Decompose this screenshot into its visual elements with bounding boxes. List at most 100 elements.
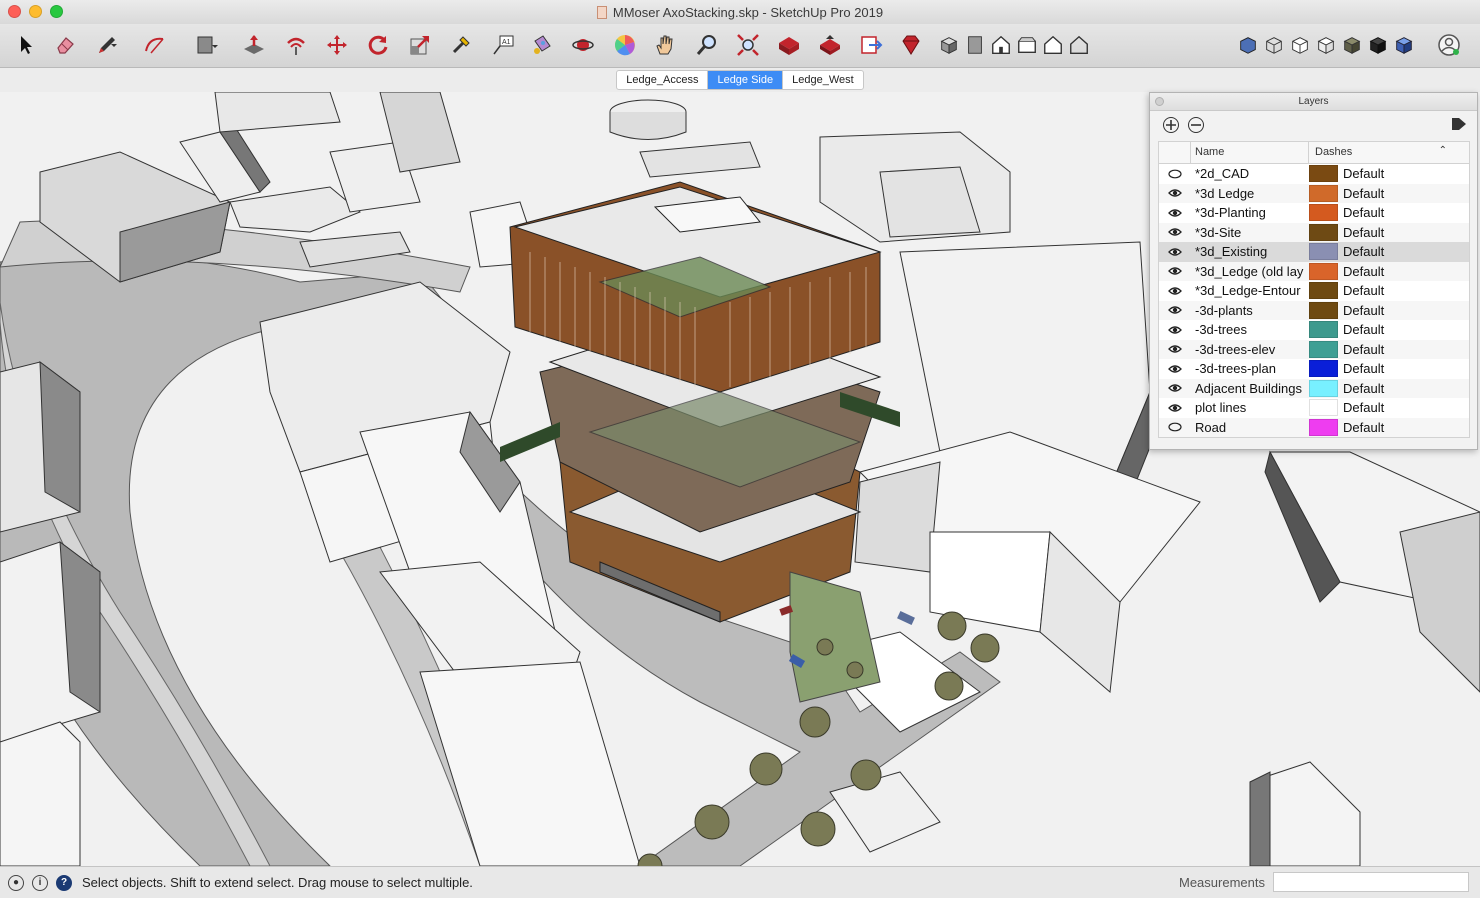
layer-visibility-toggle[interactable] (1159, 364, 1191, 374)
layer-dashes[interactable]: Default (1338, 205, 1384, 220)
layer-name[interactable]: *3d_Existing (1191, 244, 1309, 259)
layer-row[interactable]: Road Default (1159, 417, 1469, 437)
tape-measure-tool-button[interactable] (448, 32, 474, 58)
layer-name[interactable]: Road (1191, 420, 1309, 435)
layer-visibility-toggle[interactable] (1159, 344, 1191, 354)
layer-visibility-toggle[interactable] (1159, 188, 1191, 198)
style-xray-button[interactable] (1237, 34, 1259, 56)
layer-color-swatch[interactable] (1309, 184, 1338, 202)
extension-warehouse-tool-button[interactable] (898, 32, 924, 58)
eraser-tool-button[interactable] (52, 32, 78, 58)
layer-color-swatch[interactable] (1309, 243, 1338, 261)
credits-icon[interactable]: i (32, 874, 48, 891)
scene-tab[interactable]: Ledge_Access (617, 71, 709, 89)
layer-visibility-toggle[interactable] (1159, 247, 1191, 257)
layer-row[interactable]: *3d-Site Default (1159, 222, 1469, 242)
style-color-button[interactable] (1393, 34, 1415, 56)
layer-dashes[interactable]: Default (1338, 322, 1384, 337)
right-view-button[interactable] (1016, 34, 1038, 56)
layer-row[interactable]: *3d Ledge Default (1159, 183, 1469, 203)
top-view-button[interactable] (964, 34, 986, 56)
layers-panel-close-button[interactable] (1155, 97, 1164, 106)
layer-dashes[interactable]: Default (1338, 303, 1384, 318)
left-view-button[interactable] (1068, 34, 1090, 56)
scale-tool-button[interactable] (407, 32, 433, 58)
layer-name[interactable]: -3d-trees (1191, 322, 1309, 337)
layer-row[interactable]: Adjacent Buildings Default (1159, 378, 1469, 398)
layer-color-swatch[interactable] (1309, 204, 1338, 222)
layer-visibility-toggle[interactable] (1159, 208, 1191, 218)
rectangle-tool-button[interactable] (193, 32, 219, 58)
move-tool-button[interactable] (324, 32, 350, 58)
layer-row[interactable]: *3d-Planting Default (1159, 203, 1469, 223)
layer-color-swatch[interactable] (1309, 165, 1338, 183)
instructor-help-icon[interactable]: ? (56, 874, 72, 891)
layer-row[interactable]: plot lines Default (1159, 398, 1469, 418)
style-shaded-button[interactable] (1315, 34, 1337, 56)
add-layer-button[interactable] (1163, 117, 1179, 133)
layer-row[interactable]: *3d_Ledge-Entour Default (1159, 281, 1469, 301)
delete-layer-button[interactable] (1188, 117, 1204, 133)
scene-tab[interactable]: Ledge Side (708, 71, 784, 89)
offset-tool-button[interactable] (283, 32, 309, 58)
layer-name[interactable]: -3d-trees-plan (1191, 361, 1309, 376)
layers-panel-titlebar[interactable]: Layers (1150, 93, 1477, 111)
layer-color-swatch[interactable] (1309, 379, 1338, 397)
layer-dashes[interactable]: Default (1338, 264, 1384, 279)
layer-dashes[interactable]: Default (1338, 400, 1384, 415)
account-button[interactable] (1436, 32, 1462, 58)
arc-tool-button[interactable] (142, 32, 168, 58)
style-wireframe-button[interactable] (1263, 34, 1285, 56)
layer-color-swatch[interactable] (1309, 262, 1338, 280)
layer-name[interactable]: -3d-plants (1191, 303, 1309, 318)
layer-visibility-toggle[interactable] (1159, 325, 1191, 335)
layer-color-swatch[interactable] (1309, 301, 1338, 319)
layer-visibility-toggle[interactable] (1159, 227, 1191, 237)
layer-dashes[interactable]: Default (1338, 420, 1384, 435)
layer-color-swatch[interactable] (1309, 223, 1338, 241)
layer-name[interactable]: *3d_Ledge (old lay (1191, 264, 1309, 279)
iso-view-button[interactable] (938, 34, 960, 56)
layer-color-swatch[interactable] (1309, 418, 1338, 436)
layer-color-swatch[interactable] (1309, 360, 1338, 378)
select-tool-button[interactable] (12, 32, 38, 58)
layer-name[interactable]: plot lines (1191, 400, 1309, 415)
orbit-tool-button[interactable] (570, 32, 596, 58)
layer-row[interactable]: -3d-trees-plan Default (1159, 359, 1469, 379)
layer-visibility-toggle[interactable] (1159, 266, 1191, 276)
layer-name[interactable]: *3d-Site (1191, 225, 1309, 240)
layer-dashes[interactable]: Default (1338, 186, 1384, 201)
style-hidden-line-button[interactable] (1289, 34, 1311, 56)
back-view-button[interactable] (1042, 34, 1064, 56)
layer-color-swatch[interactable] (1309, 282, 1338, 300)
pan-tool-button[interactable] (652, 32, 678, 58)
layer-visibility-toggle[interactable] (1159, 286, 1191, 296)
layer-dashes[interactable]: Default (1338, 283, 1384, 298)
layer-visibility-toggle[interactable] (1159, 422, 1191, 432)
layer-dashes[interactable]: Default (1338, 381, 1384, 396)
send-layout-tool-button[interactable] (858, 32, 884, 58)
layer-row[interactable]: -3d-plants Default (1159, 300, 1469, 320)
style-textured-button[interactable] (1341, 34, 1363, 56)
front-view-button[interactable] (990, 34, 1012, 56)
layer-visibility-toggle[interactable] (1159, 403, 1191, 413)
layer-dashes[interactable]: Default (1338, 342, 1384, 357)
layer-visibility-toggle[interactable] (1159, 305, 1191, 315)
layer-dashes[interactable]: Default (1338, 225, 1384, 240)
layer-row[interactable]: *3d_Existing Default (1159, 242, 1469, 262)
layer-details-button[interactable] (1451, 116, 1467, 132)
rotate-tool-button[interactable] (365, 32, 391, 58)
layer-name[interactable]: -3d-trees-elev (1191, 342, 1309, 357)
text-tool-button[interactable]: A1 (490, 32, 516, 58)
geolocation-icon[interactable]: ● (8, 874, 24, 891)
name-column-header[interactable]: Name (1191, 142, 1309, 163)
style-monochrome-button[interactable] (1367, 34, 1389, 56)
colors-tool-button[interactable] (612, 32, 638, 58)
warehouse-tool-button[interactable] (776, 32, 802, 58)
layer-name[interactable]: *2d_CAD (1191, 166, 1309, 181)
layer-dashes[interactable]: Default (1338, 361, 1384, 376)
minimize-window-button[interactable] (29, 5, 42, 18)
layer-visibility-toggle[interactable] (1159, 383, 1191, 393)
layer-color-swatch[interactable] (1309, 321, 1338, 339)
zoom-extents-tool-button[interactable] (735, 32, 761, 58)
